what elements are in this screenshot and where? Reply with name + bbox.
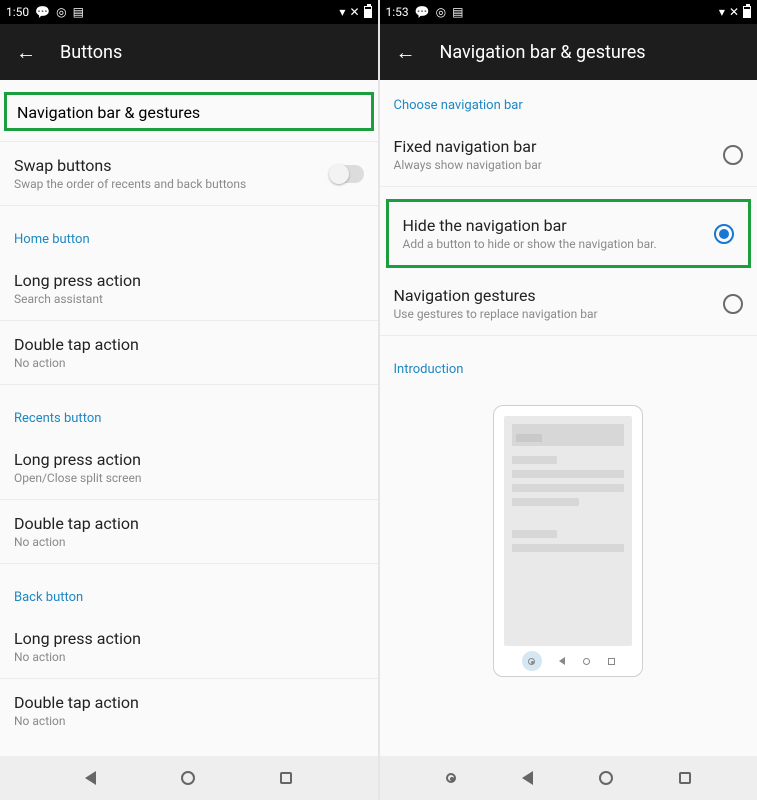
status-time: 1:50: [6, 5, 29, 19]
content-list: Navigation bar & gestures Swap buttons S…: [0, 80, 378, 756]
row-title: Hide the navigation bar: [403, 216, 715, 235]
row-nav-gestures[interactable]: Navigation gestures Use gestures to repl…: [380, 272, 757, 336]
system-nav-bar: [380, 756, 757, 800]
notif-icon: 💬: [415, 6, 430, 18]
status-bar: 1:53 💬 ◎ ▤ ▾ ✕: [380, 0, 757, 24]
battery-icon: [743, 6, 751, 18]
row-sub: Use gestures to replace navigation bar: [394, 307, 724, 321]
row-home-long-press[interactable]: Long press action Search assistant: [0, 257, 378, 321]
row-sub: Always show navigation bar: [394, 158, 724, 172]
row-home-double-tap[interactable]: Double tap action No action: [0, 321, 378, 385]
section-back-button: Back button: [0, 572, 378, 615]
screen-buttons: 1:50 💬 ◎ ▤ ▾ ✕ ← Buttons Navigation bar …: [0, 0, 378, 800]
nav-back-icon[interactable]: [522, 771, 533, 785]
status-time: 1:53: [386, 5, 409, 19]
row-title: Fixed navigation bar: [394, 137, 724, 156]
row-recents-long-press[interactable]: Long press action Open/Close split scree…: [0, 436, 378, 500]
row-sub: Swap the order of recents and back butto…: [14, 177, 330, 191]
notif-icon: 💬: [35, 6, 50, 18]
row-sub: Add a button to hide or show the navigat…: [403, 237, 715, 251]
row-back-long-press[interactable]: Long press action No action: [0, 615, 378, 679]
wifi-icon: ▾: [339, 6, 345, 18]
nav-recents-icon[interactable]: [679, 772, 691, 784]
content-list: Choose navigation bar Fixed navigation b…: [380, 80, 757, 756]
nav-home-icon[interactable]: [181, 771, 195, 785]
row-hide-nav[interactable]: Hide the navigation bar Add a button to …: [389, 202, 749, 265]
instagram-icon: ◎: [56, 6, 66, 18]
notif-icon: ▤: [73, 6, 84, 18]
row-hide-nav-highlight: Hide the navigation bar Add a button to …: [386, 199, 752, 268]
illustration: [380, 387, 757, 707]
row-sub: No action: [14, 650, 364, 664]
row-title: Long press action: [14, 271, 364, 290]
row-title: Double tap action: [14, 335, 364, 354]
row-recents-double-tap[interactable]: Double tap action No action: [0, 500, 378, 564]
status-bar: 1:50 💬 ◎ ▤ ▾ ✕: [0, 0, 378, 24]
row-sub: Open/Close split screen: [14, 471, 364, 485]
radio-unchecked[interactable]: [723, 145, 743, 165]
signal-icon: ✕: [729, 6, 739, 18]
row-fixed-nav[interactable]: Fixed navigation bar Always show navigat…: [380, 123, 757, 187]
battery-icon: [364, 6, 372, 18]
notif-icon: ▤: [452, 6, 463, 18]
row-sub: No action: [14, 535, 364, 549]
row-back-double-tap[interactable]: Double tap action No action: [0, 679, 378, 742]
app-title: Buttons: [60, 42, 122, 63]
row-sub: Search assistant: [14, 292, 364, 306]
radio-checked[interactable]: [714, 224, 734, 244]
nav-recents-icon[interactable]: [280, 772, 292, 784]
row-swap-buttons[interactable]: Swap buttons Swap the order of recents a…: [0, 142, 378, 206]
row-title: Navigation bar & gestures: [17, 103, 361, 122]
screen-nav-gestures: 1:53 💬 ◎ ▤ ▾ ✕ ← Navigation bar & gestur…: [380, 0, 757, 800]
nav-back-icon[interactable]: [85, 771, 96, 785]
system-nav-bar: [0, 756, 378, 800]
radio-unchecked[interactable]: [723, 294, 743, 314]
signal-icon: ✕: [349, 6, 359, 18]
row-nav-bar-gestures[interactable]: Navigation bar & gestures: [4, 92, 374, 131]
nav-back-icon: [559, 657, 565, 665]
app-title: Navigation bar & gestures: [440, 42, 646, 63]
row-title: Navigation gestures: [394, 286, 724, 305]
phone-illustration: [493, 405, 643, 677]
nav-home-icon[interactable]: [599, 771, 613, 785]
row-title: Swap buttons: [14, 156, 330, 175]
switch-toggle[interactable]: [330, 165, 364, 183]
back-icon[interactable]: ←: [16, 40, 36, 65]
row-title: Long press action: [14, 450, 364, 469]
row-sub: No action: [14, 356, 364, 370]
hide-button-icon: [522, 651, 542, 671]
row-title: Long press action: [14, 629, 364, 648]
nav-recents-icon: [608, 658, 615, 665]
row-title: Double tap action: [14, 693, 364, 712]
section-recents-button: Recents button: [0, 393, 378, 436]
row-title: Double tap action: [14, 514, 364, 533]
section-choose-nav: Choose navigation bar: [380, 80, 757, 123]
wifi-icon: ▾: [719, 6, 725, 18]
section-home-button: Home button: [0, 214, 378, 257]
back-icon[interactable]: ←: [396, 40, 416, 65]
app-bar: ← Navigation bar & gestures: [380, 24, 757, 80]
section-introduction: Introduction: [380, 344, 757, 387]
instagram-icon: ◎: [436, 6, 446, 18]
app-bar: ← Buttons: [0, 24, 378, 80]
row-sub: No action: [14, 714, 364, 728]
nav-home-icon: [583, 658, 590, 665]
nav-hide-icon[interactable]: [446, 773, 456, 783]
